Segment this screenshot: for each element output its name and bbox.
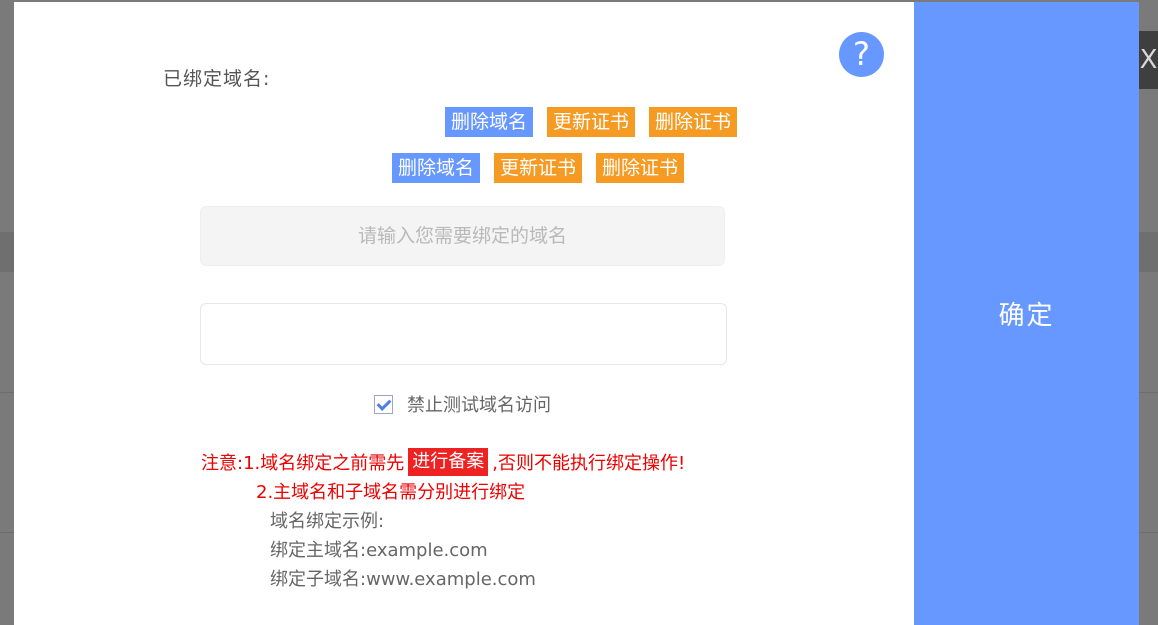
example-sub-domain: 绑定子域名:www.example.com bbox=[270, 569, 536, 590]
domain-row: 删除域名 更新证书 删除证书 bbox=[392, 153, 685, 183]
confirm-button[interactable]: 确定 bbox=[914, 2, 1139, 625]
notice-suffix: ,否则不能执行绑定操作! bbox=[492, 453, 686, 474]
disable-test-domain-checkbox[interactable] bbox=[374, 394, 393, 414]
help-icon[interactable]: ? bbox=[839, 32, 884, 77]
beian-link[interactable]: 进行备案 bbox=[408, 448, 489, 476]
secondary-input[interactable] bbox=[200, 303, 727, 365]
close-icon[interactable]: X bbox=[1139, 31, 1158, 89]
notice-line-2: 2.主域名和子域名需分别进行绑定 bbox=[256, 482, 526, 503]
delete-domain-button[interactable]: 删除域名 bbox=[392, 153, 481, 183]
domain-row: 删除域名 更新证书 删除证书 bbox=[445, 107, 738, 137]
disable-test-domain-option[interactable]: 禁止测试域名访问 bbox=[374, 391, 551, 417]
example-title: 域名绑定示例: bbox=[270, 511, 385, 532]
delete-domain-button[interactable]: 删除域名 bbox=[445, 107, 534, 137]
example-main-domain: 绑定主域名:example.com bbox=[270, 540, 488, 561]
bind-domain-dialog: ? 已绑定域名: 删除域名 更新证书 删除证书 删除域名 更新证书 删除证书 禁… bbox=[14, 2, 1139, 625]
disable-test-domain-label: 禁止测试域名访问 bbox=[407, 395, 551, 416]
notice-line-1: 注意:1.域名绑定之前需先 进行备案 ,否则不能执行绑定操作! bbox=[201, 448, 685, 476]
update-cert-button[interactable]: 更新证书 bbox=[494, 153, 583, 183]
update-cert-button[interactable]: 更新证书 bbox=[547, 107, 636, 137]
delete-cert-button[interactable]: 删除证书 bbox=[649, 107, 738, 137]
domain-input[interactable] bbox=[200, 206, 725, 266]
bound-domains-label: 已绑定域名: bbox=[163, 68, 271, 90]
notice-prefix: 注意:1.域名绑定之前需先 bbox=[201, 453, 405, 474]
delete-cert-button[interactable]: 删除证书 bbox=[596, 153, 685, 183]
